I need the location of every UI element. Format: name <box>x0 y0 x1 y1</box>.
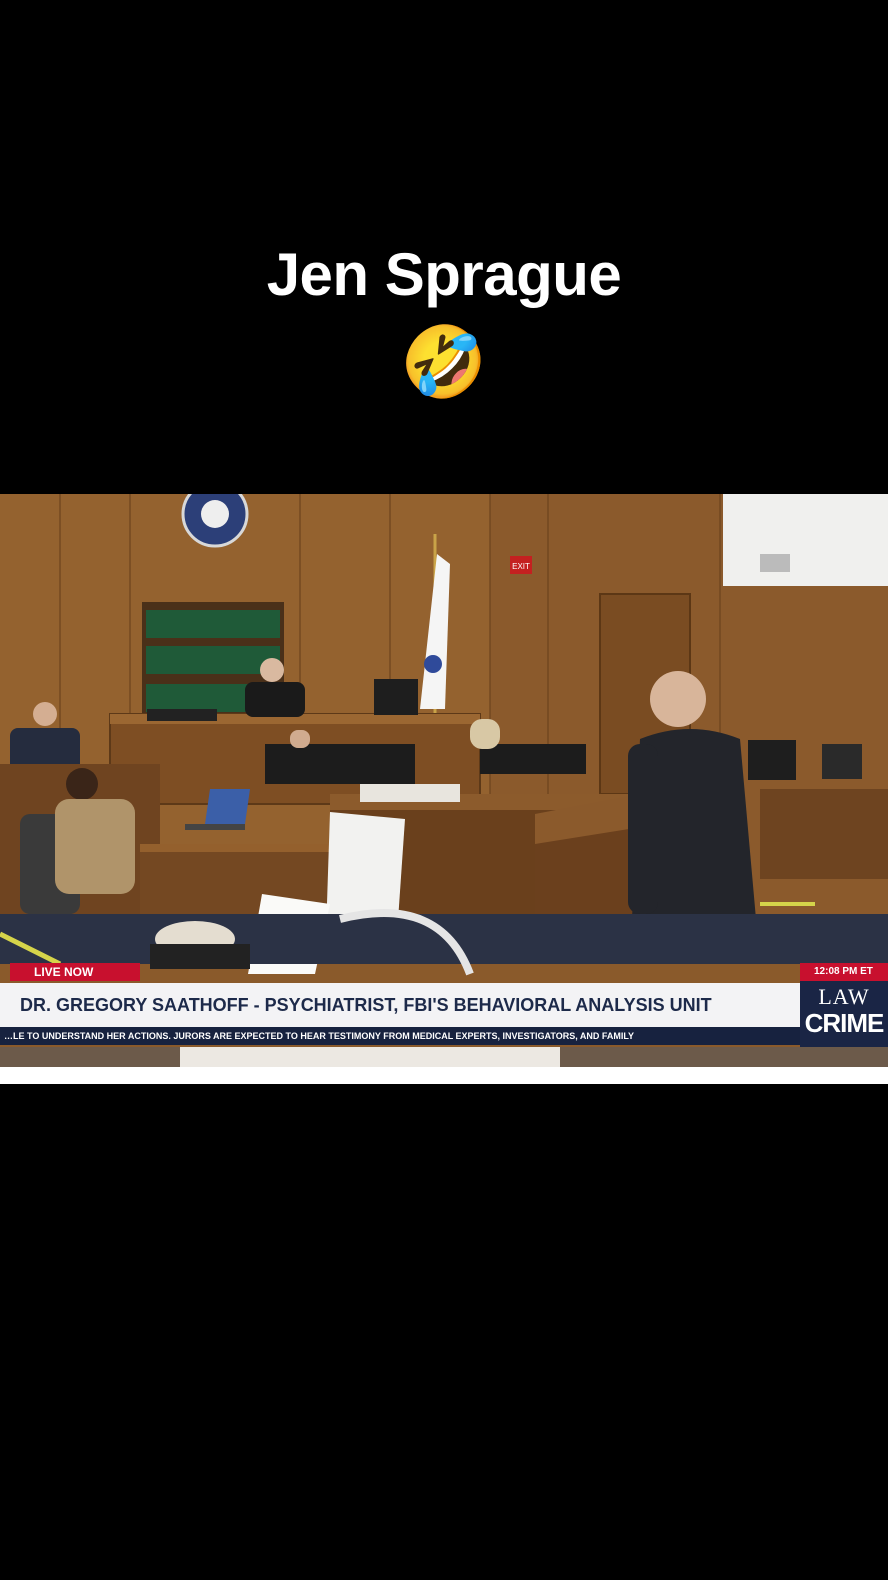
caption-title: Jen Sprague <box>266 241 622 308</box>
law-and-crime-logo: LAW CRIME <box>800 981 888 1047</box>
news-ticker: …LE TO UNDERSTAND HER ACTIONS. JURORS AR… <box>0 1027 800 1045</box>
lower-third-title: DR. GREGORY SAATHOFF - PSYCHIATRIST, FBI… <box>0 983 800 1027</box>
live-now-badge: LIVE NOW <box>10 963 140 981</box>
caption-emoji: 😂🤣😂 <box>318 321 570 403</box>
logo-line-crime: CRIME <box>804 1008 885 1038</box>
time-badge: 12:08 PM ET <box>800 963 888 981</box>
video-frame[interactable]: EXIT LIVE NOW 12:08 PM ET DR. GREGORY SA… <box>0 494 888 1084</box>
svg-text:EXIT: EXIT <box>512 562 530 571</box>
frame-bottom-border <box>0 1067 888 1084</box>
logo-line-law: LAW <box>818 984 870 1009</box>
